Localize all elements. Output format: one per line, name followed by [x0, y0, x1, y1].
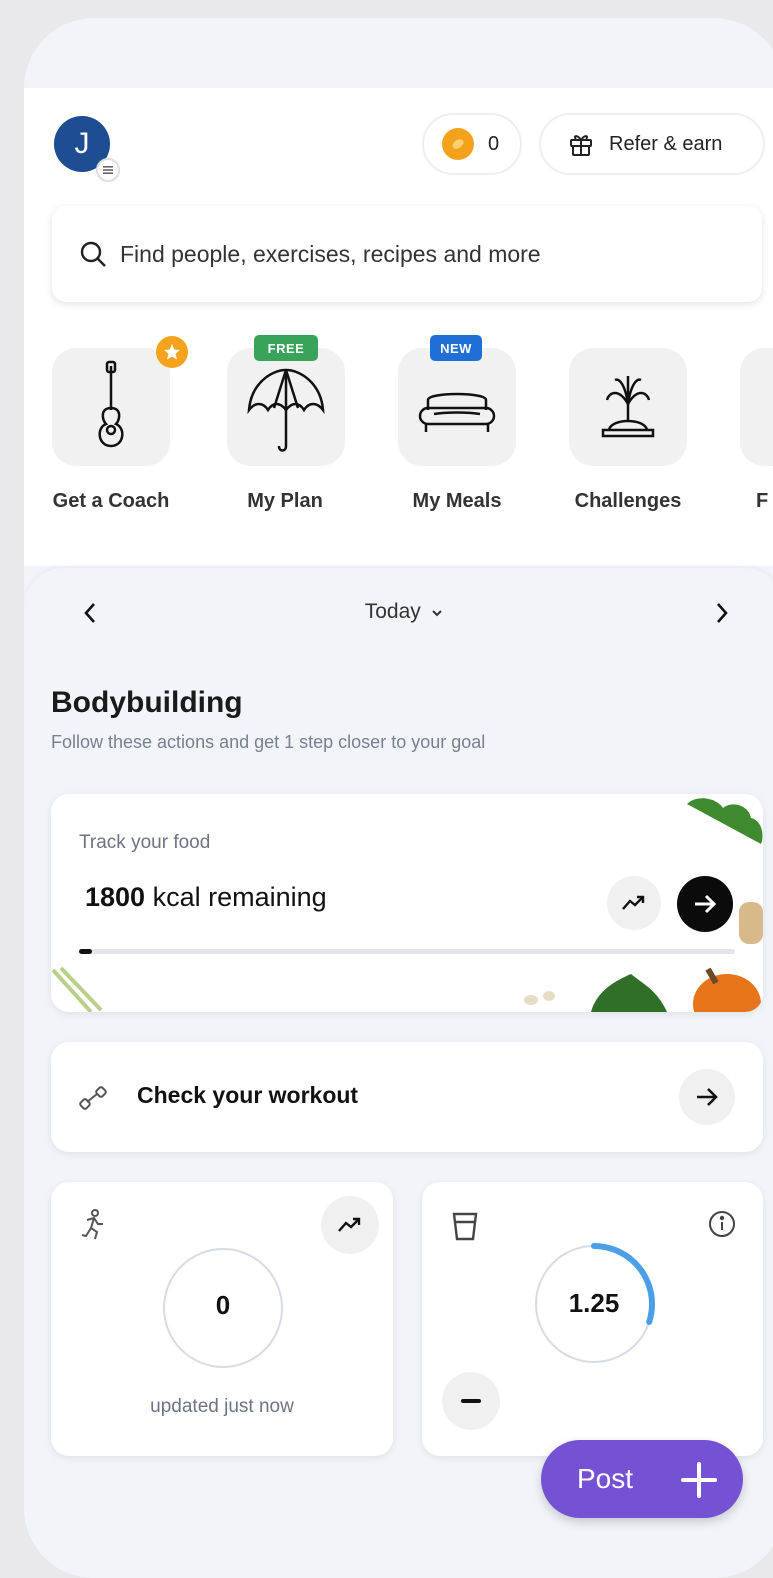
star-icon [156, 336, 188, 368]
coin-icon [442, 128, 474, 160]
coins-count: 0 [488, 132, 500, 155]
workout-label: Check your workout [137, 1082, 359, 1108]
track-food-card[interactable]: Track your food 1800 kcal remaining [51, 794, 763, 1012]
plan-subtitle: Follow these actions and get 1 step clos… [51, 732, 486, 752]
refer-earn-button[interactable]: Refer & earn [539, 113, 765, 175]
shortcut-get-a-coach[interactable] [52, 348, 170, 466]
steps-trend-button[interactable] [321, 1196, 379, 1254]
food-progress-fill [79, 949, 93, 954]
arrow-right-icon [695, 894, 717, 914]
shortcut-label: Challenges [574, 490, 682, 512]
workout-open-button[interactable] [679, 1069, 735, 1125]
food-progress-track [79, 949, 735, 954]
dumbbell-icon [77, 1082, 109, 1119]
seeds-decoration [524, 991, 555, 1005]
trend-up-icon [338, 1217, 361, 1232]
sofa-icon [418, 392, 496, 432]
scallion-decoration [51, 966, 103, 1012]
gift-icon [567, 130, 595, 158]
running-icon [79, 1208, 107, 1245]
free-badge: FREE [254, 335, 318, 361]
shortcut-label: My Meals [412, 490, 502, 512]
info-icon[interactable] [708, 1210, 736, 1243]
plus-icon [679, 1460, 719, 1505]
umbrella-icon [247, 368, 325, 452]
shortcut-label: F [756, 490, 769, 512]
steps-card[interactable]: 0 updated just now [51, 1182, 393, 1456]
shortcut-label: Get a Coach [52, 490, 170, 512]
date-selector[interactable]: Today [324, 600, 484, 624]
post-label: Post [577, 1463, 634, 1494]
steps-value: 0 [215, 1290, 231, 1320]
coins-pill[interactable]: 0 [422, 113, 522, 175]
food-open-button[interactable] [677, 876, 733, 932]
glass-icon [450, 1210, 480, 1247]
grains-decoration [739, 902, 763, 944]
guitar-icon [98, 360, 124, 448]
post-button[interactable]: Post [541, 1440, 743, 1518]
pumpkin-decoration [693, 967, 761, 1012]
date-label: Today [364, 600, 421, 623]
herb-decoration [687, 798, 763, 844]
kcal-remaining: 1800 kcal remaining [85, 882, 327, 913]
water-decrease-button[interactable] [442, 1372, 500, 1430]
kcal-text: kcal remaining [152, 882, 327, 912]
search-placeholder: Find people, exercises, recipes and more [120, 240, 541, 267]
check-workout-card[interactable]: Check your workout [51, 1042, 763, 1152]
shortcut-more[interactable] [740, 348, 773, 466]
food-caption: Track your food [79, 832, 211, 853]
shortcut-label: My Plan [247, 490, 323, 512]
next-day-button[interactable] [710, 598, 732, 633]
water-value: 1.25 [568, 1288, 620, 1318]
arrow-right-icon [697, 1088, 718, 1106]
greens-decoration [591, 974, 667, 1012]
phone-screen: J 0 Refer & earn Find people, exercises,… [24, 18, 773, 1578]
food-trend-button[interactable] [607, 876, 661, 930]
search-icon [78, 239, 108, 269]
chevron-down-icon [431, 605, 443, 623]
refer-label: Refer & earn [609, 132, 723, 155]
shortcut-my-plan[interactable] [227, 348, 345, 466]
fountain-icon [601, 376, 655, 438]
minus-icon [461, 1399, 481, 1403]
shortcut-challenges[interactable] [569, 348, 687, 466]
menu-icon[interactable] [96, 158, 120, 182]
trend-up-icon [622, 895, 645, 910]
search-bar[interactable]: Find people, exercises, recipes and more [52, 206, 762, 302]
prev-day-button[interactable] [80, 598, 102, 633]
plan-title: Bodybuilding [51, 686, 243, 719]
shortcut-my-meals[interactable] [398, 348, 516, 466]
kcal-value: 1800 [85, 882, 146, 912]
new-badge: NEW [430, 335, 482, 361]
water-card[interactable]: 1.25 [422, 1182, 763, 1456]
steps-status: updated just now [150, 1396, 294, 1417]
